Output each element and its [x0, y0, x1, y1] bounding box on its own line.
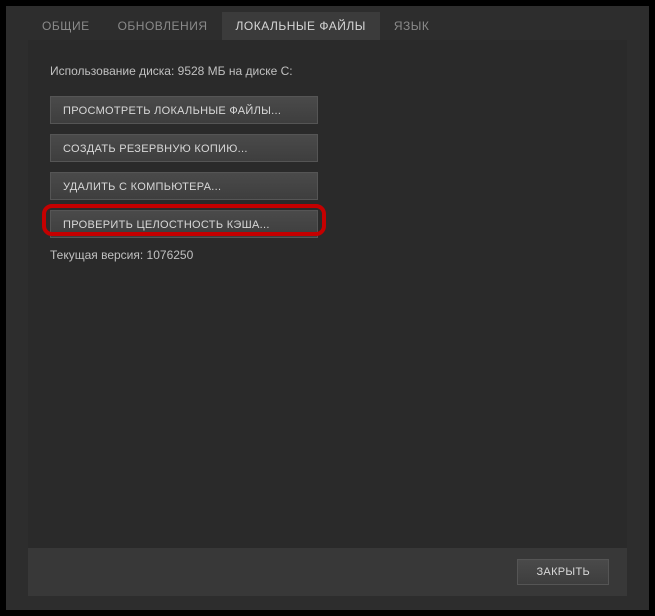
delete-local-button[interactable]: УДАЛИТЬ С КОМПЬЮТЕРА...: [50, 172, 318, 200]
tab-local-files[interactable]: ЛОКАЛЬНЫЕ ФАЙЛЫ: [222, 12, 380, 40]
current-version-label: Текущая версия: 1076250: [50, 248, 605, 262]
browse-local-files-button[interactable]: ПРОСМОТРЕТЬ ЛОКАЛЬНЫЕ ФАЙЛЫ...: [50, 96, 318, 124]
tab-language[interactable]: ЯЗЫК: [380, 12, 444, 40]
tab-updates[interactable]: ОБНОВЛЕНИЯ: [104, 12, 222, 40]
properties-window: ОБЩИЕ ОБНОВЛЕНИЯ ЛОКАЛЬНЫЕ ФАЙЛЫ ЯЗЫК Ис…: [6, 6, 649, 610]
verify-cache-button[interactable]: ПРОВЕРИТЬ ЦЕЛОСТНОСТЬ КЭША...: [50, 210, 318, 238]
verify-cache-wrapper: ПРОВЕРИТЬ ЦЕЛОСТНОСТЬ КЭША...: [50, 210, 318, 238]
tab-bar: ОБЩИЕ ОБНОВЛЕНИЯ ЛОКАЛЬНЫЕ ФАЙЛЫ ЯЗЫК: [6, 6, 649, 40]
backup-game-button[interactable]: СОЗДАТЬ РЕЗЕРВНУЮ КОПИЮ...: [50, 134, 318, 162]
tab-general[interactable]: ОБЩИЕ: [28, 12, 104, 40]
close-button[interactable]: ЗАКРЫТЬ: [517, 559, 609, 585]
content-panel: Использование диска: 9528 МБ на диске C:…: [28, 40, 627, 548]
footer-bar: ЗАКРЫТЬ: [28, 548, 627, 596]
disk-usage-label: Использование диска: 9528 МБ на диске C:: [50, 64, 605, 78]
